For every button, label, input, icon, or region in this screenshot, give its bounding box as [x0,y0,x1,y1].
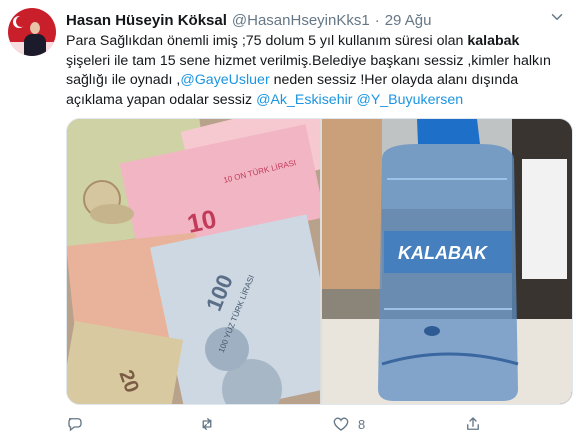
tweet-header: Hasan Hüseyin Köksal @HasanHseyinKks1 · … [66,9,431,31]
author-handle[interactable]: @HasanHseyinKks1 [232,12,370,29]
retweet-icon [202,418,212,430]
share-button[interactable] [464,414,482,434]
tweet-text: Para Sağlıkdan önemli imiş ;75 dolum 5 y… [66,33,551,108]
separator: · [374,11,380,29]
mention-link[interactable]: @GayeUsluer [180,72,269,88]
reply-button[interactable] [66,414,84,434]
chevron-down-icon[interactable] [548,8,568,28]
heart-icon [333,417,349,431]
retweet-button[interactable] [198,414,216,434]
tweet-media[interactable]: 10 100 20 10 ON TÜRK LİRASI 100 YÜZ TÜRK… [66,118,573,405]
tweet-card[interactable]: Hasan Hüseyin Köksal @HasanHseyinKks1 · … [0,0,576,441]
water-bottle-image[interactable]: KALABAK [322,119,572,404]
bottle-label: KALABAK [398,243,489,263]
author-name[interactable]: Hasan Hüseyin Köksal [66,12,227,29]
banknotes-image[interactable]: 10 100 20 10 ON TÜRK LİRASI 100 YÜZ TÜRK… [67,119,320,404]
avatar[interactable] [8,8,56,56]
share-icon [467,417,479,430]
tweet-actions: 8 [66,410,566,438]
reply-icon [68,418,82,432]
mention-link[interactable]: @Ak_Eskisehir [256,92,352,108]
banknote-label: 10 [185,203,220,238]
like-button[interactable]: 8 [332,414,365,434]
like-count: 8 [358,416,366,432]
tweet-date[interactable]: 29 Ağu [385,12,432,29]
mention-link[interactable]: @Y_Buyukersen [356,92,463,108]
bold-word: kalabak [467,33,520,49]
